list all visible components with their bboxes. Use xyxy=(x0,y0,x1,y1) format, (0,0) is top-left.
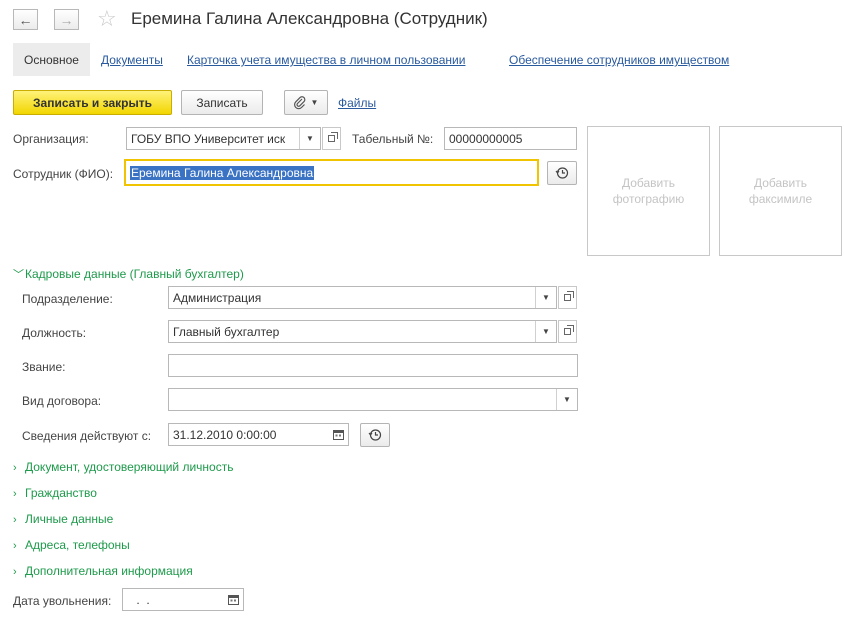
chevron-down-icon[interactable]: ▼ xyxy=(556,389,577,410)
tab-property-card[interactable]: Карточка учета имущества в личном пользо… xyxy=(187,53,465,67)
organization-label: Организация: xyxy=(13,132,89,146)
section-label: Дополнительная информация xyxy=(25,564,193,578)
attach-menu-button[interactable]: ▼ xyxy=(284,90,328,115)
position-value: Главный бухгалтер xyxy=(173,324,280,339)
dismissal-label: Дата увольнения: xyxy=(13,594,112,608)
rank-label: Звание: xyxy=(22,360,66,374)
history-clock-icon xyxy=(555,167,569,179)
fio-field[interactable]: Еремина Галина Александровна xyxy=(124,159,539,186)
fio-value: Еремина Галина Александровна xyxy=(130,165,315,180)
section-identity-document[interactable]: › Документ, удостоверяющий личность xyxy=(13,460,233,474)
fio-label: Сотрудник (ФИО): xyxy=(13,167,114,181)
dismissal-date-value: . . xyxy=(133,592,150,607)
open-window-icon xyxy=(564,325,574,335)
tab-property-provision[interactable]: Обеспечение сотрудников имуществом xyxy=(509,53,729,67)
chevron-down-icon[interactable]: ▼ xyxy=(535,321,556,342)
organization-field[interactable]: ГОБУ ВПО Университет иск ▼ xyxy=(126,127,321,150)
add-photo-area[interactable]: Добавить фотографию xyxy=(587,126,710,256)
department-open-button[interactable] xyxy=(558,286,577,309)
department-value: Администрация xyxy=(173,290,262,305)
section-personal-data[interactable]: › Личные данные xyxy=(13,512,113,526)
forward-button[interactable]: → xyxy=(54,9,79,30)
paperclip-icon xyxy=(293,95,305,109)
chevron-down-icon: ﹀ xyxy=(13,269,24,281)
tab-main-label: Основное xyxy=(24,52,79,67)
section-addresses-phones[interactable]: › Адреса, телефоны xyxy=(13,538,130,552)
calendar-icon[interactable] xyxy=(223,589,243,610)
arrow-left-icon: ← xyxy=(18,11,33,28)
section-additional-info[interactable]: › Дополнительная информация xyxy=(13,564,193,578)
contract-field[interactable]: ▼ xyxy=(168,388,578,411)
section-label: Гражданство xyxy=(25,486,97,500)
hr-section-title: Кадровые данные (Главный бухгалтер) xyxy=(25,267,244,281)
tab-documents[interactable]: Документы xyxy=(101,53,163,67)
arrow-right-icon: → xyxy=(59,11,74,28)
save-and-close-button[interactable]: Записать и закрыть xyxy=(13,90,172,115)
valid-from-field[interactable]: 31.12.2010 0:00:00 xyxy=(168,423,349,446)
favorite-star-icon[interactable]: ☆ xyxy=(97,6,117,32)
save-button[interactable]: Записать xyxy=(181,90,263,115)
chevron-down-icon[interactable]: ▼ xyxy=(535,287,556,308)
chevron-right-icon: › xyxy=(13,514,17,526)
open-window-icon xyxy=(328,132,338,142)
open-window-icon xyxy=(564,291,574,301)
rank-field[interactable] xyxy=(168,354,578,377)
hr-section-header[interactable]: ﹀Кадровые данные (Главный бухгалтер) xyxy=(13,266,244,282)
position-field[interactable]: Главный бухгалтер ▼ xyxy=(168,320,557,343)
organization-open-button[interactable] xyxy=(322,127,341,150)
position-open-button[interactable] xyxy=(558,320,577,343)
tabnum-value: 00000000005 xyxy=(449,131,523,146)
valid-from-value: 31.12.2010 0:00:00 xyxy=(173,427,277,442)
tabnum-field[interactable]: 00000000005 xyxy=(444,127,577,150)
chevron-down-icon: ▼ xyxy=(310,98,319,107)
chevron-right-icon: › xyxy=(13,540,17,552)
calendar-icon[interactable] xyxy=(328,424,348,445)
fio-history-button[interactable] xyxy=(547,161,577,185)
chevron-down-icon[interactable]: ▼ xyxy=(299,128,320,149)
chevron-right-icon: › xyxy=(13,462,17,474)
valid-from-history-button[interactable] xyxy=(360,423,390,447)
position-label: Должность: xyxy=(22,326,87,340)
add-facsimile-text: Добавить факсимиле xyxy=(748,176,813,206)
section-label: Документ, удостоверяющий личность xyxy=(25,460,234,474)
history-clock-icon xyxy=(368,429,382,441)
section-label: Адреса, телефоны xyxy=(25,538,130,552)
contract-label: Вид договора: xyxy=(22,394,102,408)
chevron-right-icon: › xyxy=(13,488,17,500)
add-photo-text: Добавить фотографию xyxy=(612,176,685,206)
organization-value: ГОБУ ВПО Университет иск xyxy=(131,131,286,146)
add-facsimile-area[interactable]: Добавить факсимиле xyxy=(719,126,842,256)
tabnum-label: Табельный №: xyxy=(352,132,434,146)
chevron-right-icon: › xyxy=(13,566,17,578)
tab-main[interactable]: Основное xyxy=(13,43,90,76)
section-citizenship[interactable]: › Гражданство xyxy=(13,486,97,500)
page-title: Еремина Галина Александровна (Сотрудник) xyxy=(131,9,488,28)
valid-from-label: Сведения действуют с: xyxy=(22,429,152,443)
back-button[interactable]: ← xyxy=(13,9,38,30)
section-label: Личные данные xyxy=(25,512,114,526)
files-link[interactable]: Файлы xyxy=(338,96,376,110)
department-field[interactable]: Администрация ▼ xyxy=(168,286,557,309)
dismissal-date-field[interactable]: . . xyxy=(122,588,244,611)
department-label: Подразделение: xyxy=(22,292,113,306)
